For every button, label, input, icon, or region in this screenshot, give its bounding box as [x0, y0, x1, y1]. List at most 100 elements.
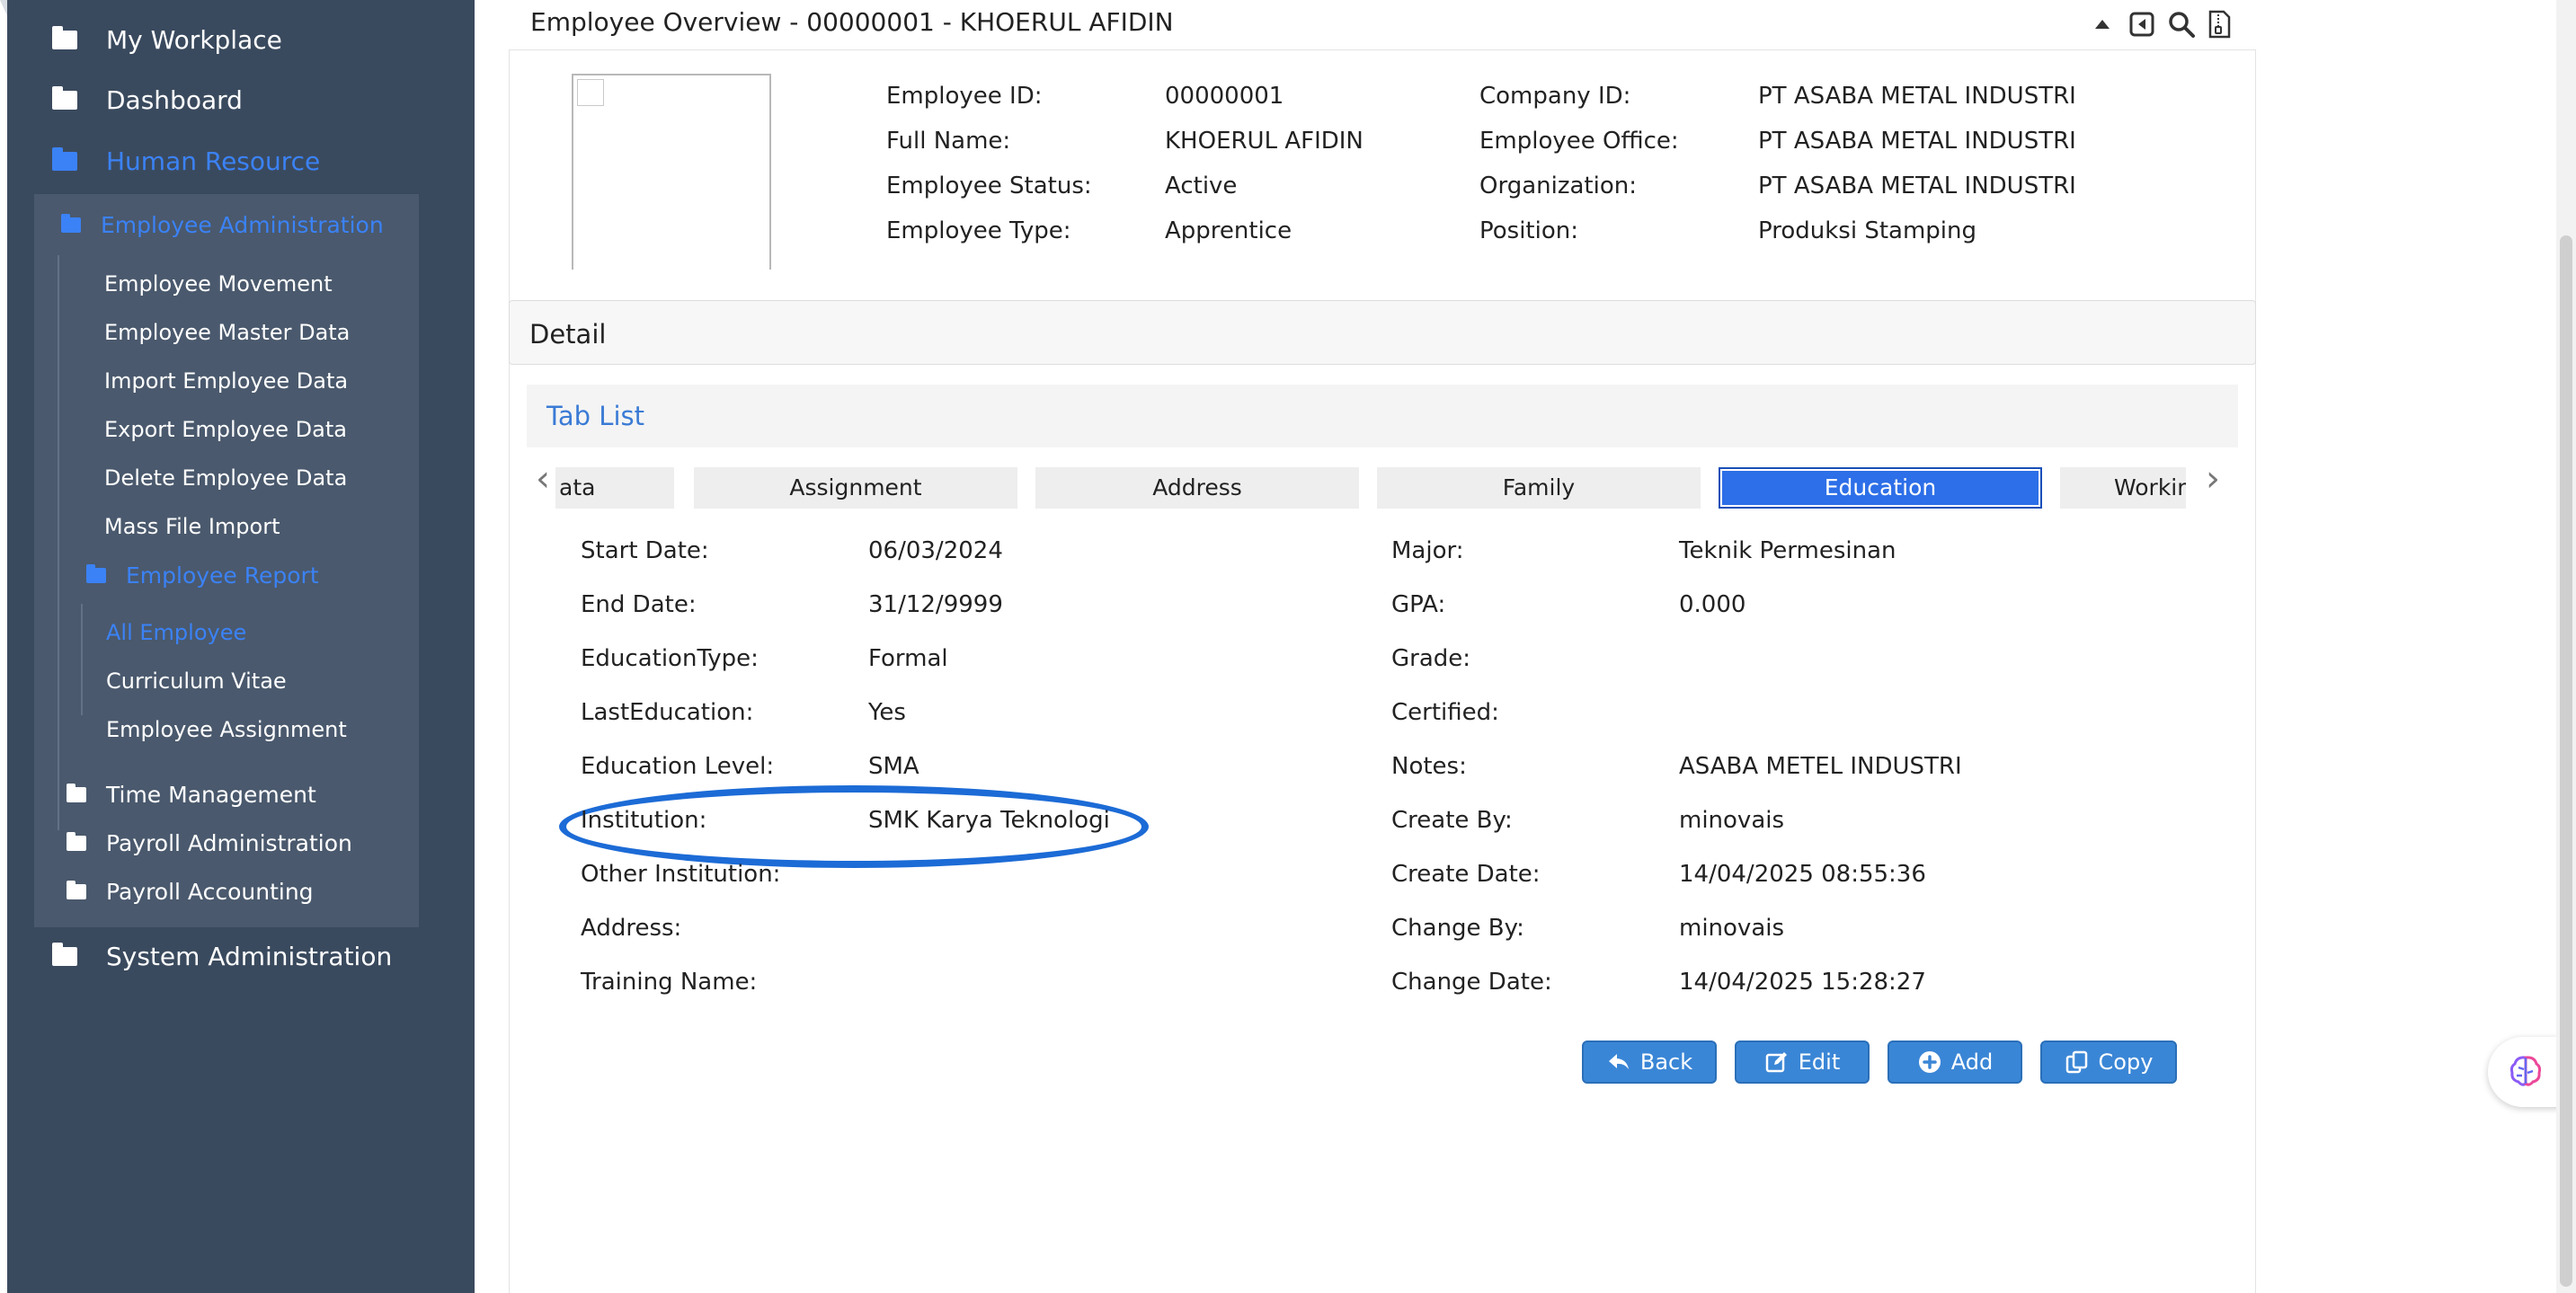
- add-button-label: Add: [1950, 1049, 1994, 1075]
- nav-employee-administration[interactable]: Employee Administration: [61, 212, 384, 238]
- employee-type-value: Apprentice: [1165, 217, 1292, 244]
- tab-assignment[interactable]: Assignment: [694, 467, 1017, 509]
- sidebar: My Workplace Dashboard Human Resource Em…: [7, 0, 475, 1293]
- edit-button[interactable]: Edit: [1735, 1041, 1870, 1084]
- search-icon[interactable]: [2166, 9, 2197, 40]
- reply-arrow-icon: [1608, 1054, 1629, 1069]
- gpa-label: GPA:: [1391, 591, 1446, 618]
- nav-payroll-administration-label: Payroll Administration: [106, 830, 352, 856]
- overview-header: Employee Overview - 00000001 - KHOERUL A…: [509, 0, 2256, 50]
- folder-open-icon: [86, 564, 106, 583]
- tab-list-title: Tab List: [546, 401, 645, 431]
- training-name-label: Training Name:: [581, 969, 758, 996]
- scrollbar-thumb[interactable]: [2560, 235, 2572, 1287]
- brain-icon: [2509, 1056, 2542, 1086]
- tree-line: [81, 604, 83, 715]
- nav-curriculum-vitae[interactable]: Curriculum Vitae: [106, 669, 287, 694]
- nav-employee-assignment[interactable]: Employee Assignment: [106, 717, 347, 742]
- nav-all-employee[interactable]: All Employee: [106, 620, 246, 645]
- other-institution-label: Other Institution:: [581, 861, 781, 888]
- nav-dashboard[interactable]: Dashboard: [52, 85, 243, 115]
- nav-mass-file-import[interactable]: Mass File Import: [104, 514, 280, 539]
- position-value: Produksi Stamping: [1758, 217, 1976, 244]
- change-by-label: Change By:: [1391, 915, 1524, 942]
- notes-value: ASABA METEL INDUSTRI: [1679, 753, 1962, 780]
- nav-delete-employee-data[interactable]: Delete Employee Data: [104, 465, 347, 491]
- nav-time-management-label: Time Management: [106, 782, 316, 808]
- edit-button-label: Edit: [1798, 1049, 1841, 1075]
- create-by-value: minovais: [1679, 807, 1785, 834]
- organization-value: PT ASABA METAL INDUSTRI: [1758, 173, 2076, 199]
- nav-system-administration[interactable]: System Administration: [52, 942, 392, 971]
- plus-circle-icon: [1918, 1051, 1941, 1073]
- back-square-icon[interactable]: [2127, 9, 2157, 40]
- nav-human-resource-label: Human Resource: [106, 146, 321, 176]
- page-title: Employee Overview - 00000001 - KHOERUL A…: [530, 7, 1174, 37]
- nav-employee-movement[interactable]: Employee Movement: [104, 271, 333, 297]
- change-date-label: Change Date:: [1391, 969, 1552, 996]
- nav-dashboard-label: Dashboard: [106, 85, 243, 115]
- nav-time-management[interactable]: Time Management: [67, 782, 316, 808]
- lasteducation-value: Yes: [868, 699, 906, 726]
- back-button[interactable]: Back: [1582, 1041, 1717, 1084]
- start-date-label: Start Date:: [581, 537, 709, 564]
- address-label: Address:: [581, 915, 682, 942]
- education-level-label: Education Level:: [581, 753, 775, 780]
- add-button[interactable]: Add: [1888, 1041, 2022, 1084]
- tab-working[interactable]: Workin: [2060, 467, 2186, 509]
- organization-label: Organization:: [1479, 173, 1637, 199]
- institution-label: Institution:: [581, 807, 707, 834]
- nav-employee-report-label: Employee Report: [126, 562, 319, 589]
- start-date-value: 06/03/2024: [868, 537, 1003, 564]
- human-resource-submenu: Employee Administration Employee Movemen…: [34, 194, 419, 927]
- grade-label: Grade:: [1391, 645, 1471, 672]
- employee-status-label: Employee Status:: [886, 173, 1092, 199]
- create-date-label: Create Date:: [1391, 861, 1541, 888]
- institution-value: SMK Karya Teknologi: [868, 807, 1110, 834]
- employee-status-value: Active: [1165, 173, 1238, 199]
- collapse-up-icon[interactable]: [2087, 9, 2118, 40]
- end-date-value: 31/12/9999: [868, 591, 1003, 618]
- nav-my-workplace[interactable]: My Workplace: [52, 25, 282, 55]
- lasteducation-label: LastEducation:: [581, 699, 754, 726]
- education-level-value: SMA: [868, 753, 919, 780]
- back-button-label: Back: [1639, 1049, 1693, 1075]
- create-by-label: Create By:: [1391, 807, 1513, 834]
- notes-label: Notes:: [1391, 753, 1467, 780]
- nav-employee-administration-label: Employee Administration: [101, 212, 384, 238]
- folder-open-icon: [61, 214, 81, 233]
- nav-payroll-administration[interactable]: Payroll Administration: [67, 830, 352, 856]
- nav-human-resource[interactable]: Human Resource: [52, 146, 320, 176]
- assistant-bubble[interactable]: [2488, 1037, 2563, 1107]
- copy-button[interactable]: Copy: [2040, 1041, 2177, 1084]
- tab-scroll-right-icon[interactable]: ›: [2206, 458, 2220, 500]
- certified-label: Certified:: [1391, 699, 1499, 726]
- tab-family[interactable]: Family: [1377, 467, 1701, 509]
- educationtype-label: EducationType:: [581, 645, 759, 672]
- nav-export-employee-data[interactable]: Export Employee Data: [104, 417, 347, 442]
- tab-data[interactable]: ata: [555, 467, 674, 509]
- change-date-value: 14/04/2025 15:28:27: [1679, 969, 1926, 996]
- folder-icon: [67, 832, 86, 851]
- nav-payroll-accounting[interactable]: Payroll Accounting: [67, 879, 314, 905]
- position-label: Position:: [1479, 217, 1578, 244]
- tab-scroll-left-icon[interactable]: ‹: [536, 458, 550, 500]
- employee-office-value: PT ASABA METAL INDUSTRI: [1758, 128, 2076, 155]
- create-date-value: 14/04/2025 08:55:36: [1679, 861, 1926, 888]
- tab-address[interactable]: Address: [1035, 467, 1359, 509]
- employee-photo: [572, 74, 771, 270]
- full-name-value: KHOERUL AFIDIN: [1165, 128, 1364, 155]
- tree-line: [58, 255, 59, 830]
- folder-icon: [52, 86, 77, 110]
- copy-icon: [2065, 1050, 2087, 1074]
- employee-office-label: Employee Office:: [1479, 128, 1679, 155]
- nav-import-employee-data[interactable]: Import Employee Data: [104, 368, 348, 394]
- nav-employee-report[interactable]: Employee Report: [86, 562, 319, 589]
- tab-education[interactable]: Education: [1719, 467, 2042, 509]
- nav-employee-master-data[interactable]: Employee Master Data: [104, 320, 350, 345]
- company-id-value: PT ASABA METAL INDUSTRI: [1758, 83, 2076, 110]
- detail-title: Detail: [529, 319, 607, 350]
- file-zip-icon[interactable]: [2204, 9, 2234, 40]
- folder-icon: [52, 26, 77, 49]
- employee-id-value: 00000001: [1165, 83, 1284, 110]
